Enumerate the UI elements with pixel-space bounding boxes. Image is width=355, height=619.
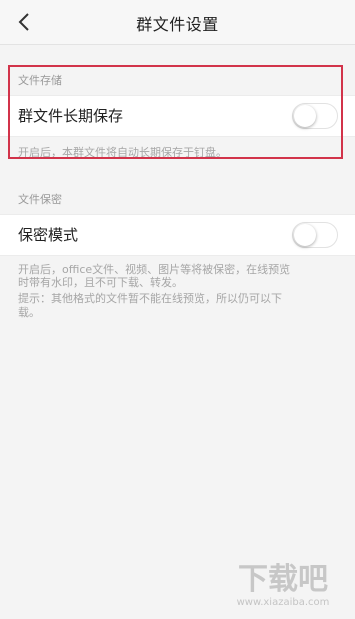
row-label-secret-mode: 保密模式 xyxy=(18,226,79,244)
toggle-knob xyxy=(294,224,316,246)
secret-mode-toggle[interactable] xyxy=(292,222,338,248)
section-title-secret: 文件保密 xyxy=(18,193,62,206)
watermark-brand-text: 下载吧 xyxy=(238,562,328,597)
secret-hint-line-3: 提示：其他格式的文件暂不能在线预览，所以仍可以下 xyxy=(18,292,282,305)
row-long-term-storage[interactable]: 群文件长期保存 xyxy=(0,95,355,137)
watermark-url-text: www.xiazaiba.com xyxy=(237,597,330,608)
row-label-long-term-storage: 群文件长期保存 xyxy=(18,107,124,125)
page-title: 群文件设置 xyxy=(136,15,219,34)
secret-hint-line-1: 开启后，office文件、视频、图片等将被保密，在线预览 xyxy=(18,263,291,276)
secret-hint-line-2: 时带有水印，且不可下载、转发。 xyxy=(18,276,183,289)
row-secret-mode[interactable]: 保密模式 xyxy=(0,214,355,256)
toggle-knob xyxy=(294,105,316,127)
long-term-storage-toggle[interactable] xyxy=(292,103,338,129)
section-title-storage: 文件存储 xyxy=(18,74,62,87)
site-watermark: 下载吧 www.xiazaiba.com xyxy=(223,551,343,611)
secret-hint-line-4: 载。 xyxy=(18,306,40,319)
navigation-bar: 群文件设置 xyxy=(0,0,355,45)
watermark-logo: 下载吧 www.xiazaiba.com xyxy=(237,562,330,608)
storage-hint: 开启后，本群文件将自动长期保存于钉盘。 xyxy=(18,146,227,159)
